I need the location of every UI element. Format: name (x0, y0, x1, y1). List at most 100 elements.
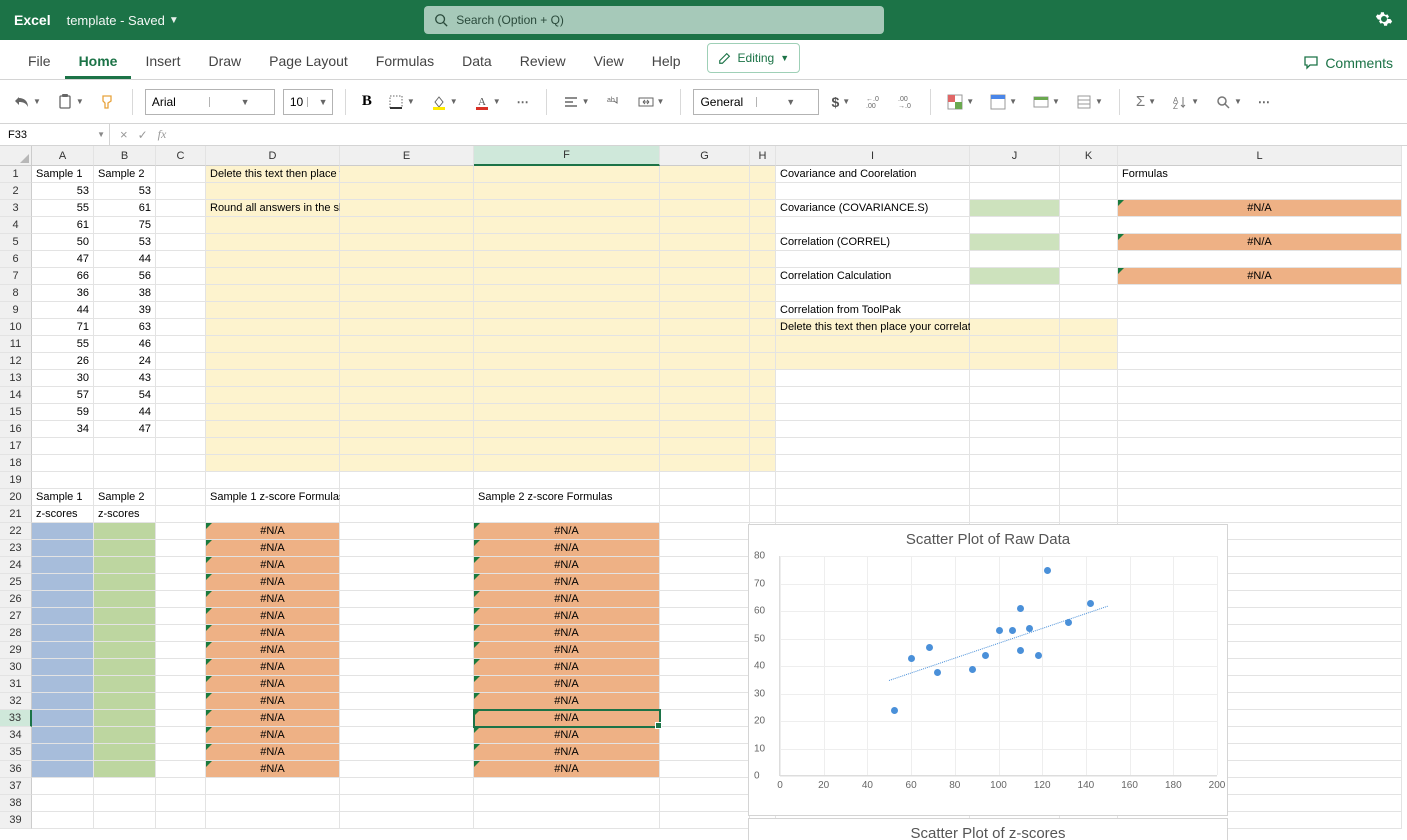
cell-D11[interactable] (206, 336, 340, 353)
name-box[interactable]: F33▼ (0, 124, 110, 145)
row-header-36[interactable]: 36 (0, 761, 32, 778)
cell-B3[interactable]: 61 (94, 200, 156, 217)
cell-H17[interactable] (750, 438, 776, 455)
cell-B26[interactable] (94, 591, 156, 608)
cell-G34[interactable] (660, 727, 750, 744)
cell-H3[interactable] (750, 200, 776, 217)
cell-E25[interactable] (340, 574, 474, 591)
chevron-down-icon[interactable]: ▼ (169, 15, 179, 26)
cell-L4[interactable] (1118, 217, 1402, 234)
cell-D16[interactable] (206, 421, 340, 438)
cell-G22[interactable] (660, 523, 750, 540)
cell-D32[interactable]: #N/A (206, 693, 340, 710)
cell-D20[interactable]: Sample 1 z-score Formulas (206, 489, 340, 506)
cell-A23[interactable] (32, 540, 94, 557)
tab-view[interactable]: View (580, 45, 638, 79)
cell-G16[interactable] (660, 421, 750, 438)
cell-A22[interactable] (32, 523, 94, 540)
cell-B25[interactable] (94, 574, 156, 591)
cell-I9[interactable]: Correlation from ToolPak (776, 302, 970, 319)
cell-J7[interactable] (970, 268, 1060, 285)
cell-H4[interactable] (750, 217, 776, 234)
cell-J13[interactable] (970, 370, 1060, 387)
cell-I2[interactable] (776, 183, 970, 200)
cell-A17[interactable] (32, 438, 94, 455)
cell-F12[interactable] (474, 353, 660, 370)
cell-L18[interactable] (1118, 455, 1402, 472)
cell-E6[interactable] (340, 251, 474, 268)
cell-F9[interactable] (474, 302, 660, 319)
cell-K4[interactable] (1060, 217, 1118, 234)
cell-A26[interactable] (32, 591, 94, 608)
cell-C33[interactable] (156, 710, 206, 727)
cell-K8[interactable] (1060, 285, 1118, 302)
cell-B1[interactable]: Sample 2 (94, 166, 156, 183)
cell-F17[interactable] (474, 438, 660, 455)
cell-B36[interactable] (94, 761, 156, 778)
cell-J5[interactable] (970, 234, 1060, 251)
cell-E22[interactable] (340, 523, 474, 540)
row-header-31[interactable]: 31 (0, 676, 32, 693)
cell-D19[interactable] (206, 472, 340, 489)
cell-D31[interactable]: #N/A (206, 676, 340, 693)
row-header-17[interactable]: 17 (0, 438, 32, 455)
cell-I1[interactable]: Covariance and Coorelation (776, 166, 970, 183)
cell-F13[interactable] (474, 370, 660, 387)
format-painter-button[interactable] (96, 88, 120, 116)
cell-C25[interactable] (156, 574, 206, 591)
autosum-button[interactable]: Σ▼ (1132, 88, 1160, 116)
cell-F1[interactable] (474, 166, 660, 183)
border-button[interactable]: ▼ (384, 88, 419, 116)
cell-D29[interactable]: #N/A (206, 642, 340, 659)
cell-D8[interactable] (206, 285, 340, 302)
tab-insert[interactable]: Insert (131, 45, 194, 79)
row-header-28[interactable]: 28 (0, 625, 32, 642)
cell-G35[interactable] (660, 744, 750, 761)
cell-D23[interactable]: #N/A (206, 540, 340, 557)
cell-F14[interactable] (474, 387, 660, 404)
cell-H21[interactable] (750, 506, 776, 523)
cell-G24[interactable] (660, 557, 750, 574)
cell-C28[interactable] (156, 625, 206, 642)
cell-J4[interactable] (970, 217, 1060, 234)
cell-C24[interactable] (156, 557, 206, 574)
row-header-32[interactable]: 32 (0, 693, 32, 710)
cell-C21[interactable] (156, 506, 206, 523)
cell-B33[interactable] (94, 710, 156, 727)
cell-C18[interactable] (156, 455, 206, 472)
cell-H16[interactable] (750, 421, 776, 438)
cell-J8[interactable] (970, 285, 1060, 302)
cell-A34[interactable] (32, 727, 94, 744)
cell-E15[interactable] (340, 404, 474, 421)
cell-G3[interactable] (660, 200, 750, 217)
more-button[interactable]: ⋯ (1254, 88, 1275, 116)
cell-G17[interactable] (660, 438, 750, 455)
cell-L2[interactable] (1118, 183, 1402, 200)
cell-G7[interactable] (660, 268, 750, 285)
undo-button[interactable]: ▼ (10, 88, 45, 116)
cell-B18[interactable] (94, 455, 156, 472)
cell-A3[interactable]: 55 (32, 200, 94, 217)
cell-B23[interactable] (94, 540, 156, 557)
cell-F32[interactable]: #N/A (474, 693, 660, 710)
cell-D7[interactable] (206, 268, 340, 285)
cell-I4[interactable] (776, 217, 970, 234)
row-header-4[interactable]: 4 (0, 217, 32, 234)
wrap-text-button[interactable]: ab (602, 88, 626, 116)
col-header-E[interactable]: E (340, 146, 474, 166)
row-header-15[interactable]: 15 (0, 404, 32, 421)
cell-C27[interactable] (156, 608, 206, 625)
cell-H5[interactable] (750, 234, 776, 251)
cell-I11[interactable] (776, 336, 970, 353)
cell-K1[interactable] (1060, 166, 1118, 183)
format-table-button[interactable]: ▼ (986, 88, 1021, 116)
cell-B39[interactable] (94, 812, 156, 829)
fill-color-button[interactable]: ▼ (427, 88, 462, 116)
cell-H9[interactable] (750, 302, 776, 319)
cell-J19[interactable] (970, 472, 1060, 489)
cell-K15[interactable] (1060, 404, 1118, 421)
cell-E34[interactable] (340, 727, 474, 744)
cell-D38[interactable] (206, 795, 340, 812)
cell-H11[interactable] (750, 336, 776, 353)
cell-A29[interactable] (32, 642, 94, 659)
